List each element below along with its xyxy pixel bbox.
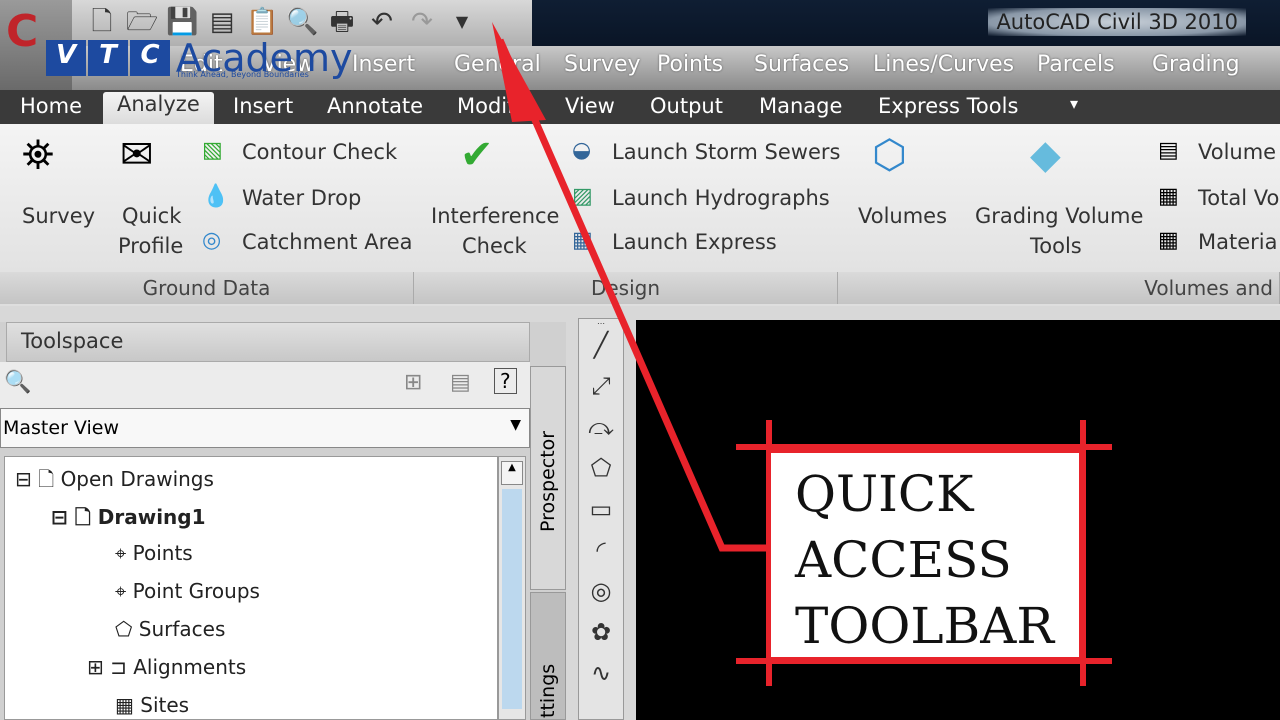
callout-arrow bbox=[492, 22, 766, 552]
